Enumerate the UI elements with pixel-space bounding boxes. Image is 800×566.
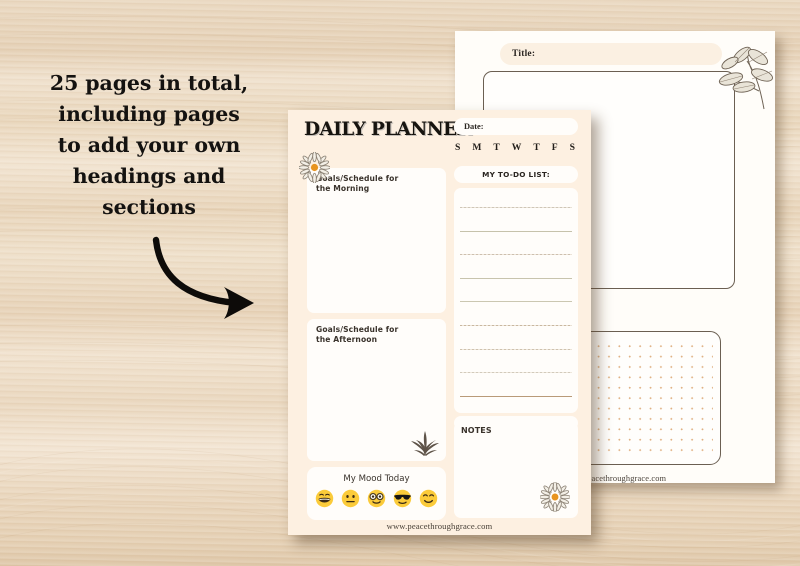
todo-line[interactable]: [460, 395, 572, 397]
weekday-saturday[interactable]: S: [570, 142, 575, 153]
leaf-branch-icon: [718, 46, 773, 110]
todo-line[interactable]: [460, 230, 572, 232]
weekday-monday[interactable]: M: [472, 142, 481, 153]
daily-planner-page[interactable]: DAILY PLANNER Date: S M T W T F S Goals/…: [288, 110, 591, 535]
title-label: Title:: [512, 49, 536, 59]
todo-list-header: MY TO-DO LIST:: [454, 166, 578, 183]
dot-grid-box[interactable]: [573, 331, 721, 465]
todo-line[interactable]: [460, 325, 572, 326]
todo-line[interactable]: [460, 207, 572, 209]
daisy-flower-icon: [540, 482, 570, 512]
leaf-sprig-icon: [411, 431, 439, 456]
promo-line-5: sections: [102, 195, 196, 219]
todo-line[interactable]: [460, 277, 572, 279]
weekday-wednesday[interactable]: W: [512, 142, 522, 153]
afternoon-goals-label: Goals/Schedule for the Afternoon: [316, 325, 399, 344]
todo-list-lines: [460, 196, 572, 408]
todo-list-title: MY TO-DO LIST:: [482, 170, 550, 179]
promo-line-4: headings and: [72, 164, 226, 188]
weekday-sunday[interactable]: S: [455, 142, 460, 153]
smiling-face-emoji[interactable]: [419, 489, 438, 508]
notes-label: NOTES: [461, 426, 492, 435]
weekday-friday[interactable]: F: [552, 142, 558, 153]
grinning-face-emoji[interactable]: [315, 489, 334, 508]
mood-emoji-row[interactable]: [315, 489, 438, 508]
todo-line[interactable]: [460, 254, 572, 256]
mood-tracker-label: My Mood Today: [343, 474, 410, 484]
promo-line-2: including pages: [58, 102, 240, 126]
title-field[interactable]: Title:: [500, 43, 722, 65]
promo-line-3: to add your own: [57, 133, 241, 157]
dot-grid-pattern: [581, 339, 713, 457]
weekday-tuesday[interactable]: T: [493, 142, 499, 153]
date-field[interactable]: Date:: [454, 118, 578, 135]
front-page-url: www.peacethroughgrace.com: [386, 521, 493, 531]
neutral-face-emoji[interactable]: [341, 489, 360, 508]
todo-line[interactable]: [460, 348, 572, 350]
nerd-face-emoji[interactable]: [367, 489, 386, 508]
todo-line[interactable]: [460, 301, 572, 303]
weekday-selector[interactable]: S M T W T F S: [455, 142, 575, 153]
weekday-thursday[interactable]: T: [533, 142, 539, 153]
promo-line-1: 25 pages in total,: [49, 71, 249, 95]
promo-text: 25 pages in total, including pages to ad…: [18, 68, 280, 223]
todo-line[interactable]: [460, 372, 572, 374]
page-title: DAILY PLANNER: [304, 119, 472, 140]
curved-arrow-icon: [150, 232, 280, 324]
date-label: Date:: [464, 122, 484, 131]
sunglasses-face-emoji[interactable]: [393, 489, 412, 508]
daisy-flower-icon: [299, 152, 330, 183]
